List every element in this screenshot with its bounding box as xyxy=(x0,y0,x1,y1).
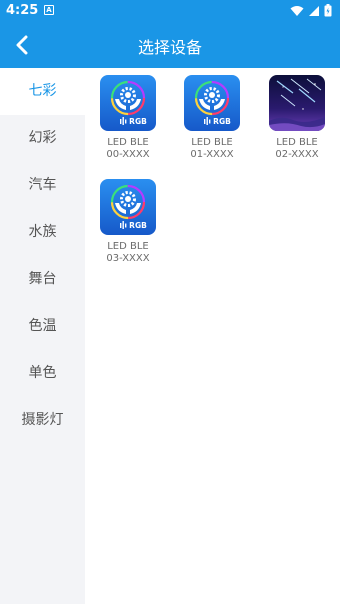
device-label: LED BLE 02-XXXX xyxy=(262,137,332,161)
device-id: 01-XXXX xyxy=(190,149,234,160)
rgb-gear-hands-icon: RGB xyxy=(100,75,156,131)
battery-icon xyxy=(324,4,332,17)
device-item[interactable]: RGB LED BLE 00-XXXX xyxy=(93,75,163,161)
device-id: 00-XXXX xyxy=(106,149,150,160)
category-sidebar: 七彩 幻彩 汽车 水族 舞台 色温 单色 摄影灯 xyxy=(0,68,85,604)
app-bar: 选择设备 xyxy=(0,22,340,68)
device-name: LED BLE xyxy=(276,137,318,148)
sidebar-item-photo-light[interactable]: 摄影灯 xyxy=(0,397,85,444)
device-label: LED BLE 00-XXXX xyxy=(93,137,163,161)
status-icons xyxy=(290,4,332,17)
page-title: 选择设备 xyxy=(137,38,202,57)
device-label: LED BLE 03-XXXX xyxy=(93,241,163,265)
svg-text:RGB: RGB xyxy=(213,117,231,126)
device-item[interactable]: LED BLE 02-XXXX xyxy=(262,75,332,161)
device-name: LED BLE xyxy=(107,137,149,148)
wifi-icon xyxy=(290,5,304,16)
svg-text:RGB: RGB xyxy=(129,221,147,230)
status-bar: 4:25 A xyxy=(0,0,340,22)
device-item[interactable]: RGB LED BLE 01-XXXX xyxy=(177,75,247,161)
sidebar-item-mono[interactable]: 单色 xyxy=(0,350,85,397)
sidebar-item-colorful[interactable]: 七彩 xyxy=(0,68,85,115)
status-time: 4:25 xyxy=(6,3,39,18)
rgb-gear-hands-icon: RGB xyxy=(100,179,156,235)
device-name: LED BLE xyxy=(191,137,233,148)
sidebar-item-aquarium[interactable]: 水族 xyxy=(0,209,85,256)
sidebar-item-magic-color[interactable]: 幻彩 xyxy=(0,115,85,162)
svg-text:RGB: RGB xyxy=(129,117,147,126)
sidebar-item-car[interactable]: 汽车 xyxy=(0,162,85,209)
signal-icon xyxy=(309,5,319,16)
device-item[interactable]: RGB LED BLE 03-XXXX xyxy=(93,179,163,265)
notification-icon: A xyxy=(44,5,54,15)
rgb-gear-hands-icon: RGB xyxy=(184,75,240,131)
device-id: 03-XXXX xyxy=(106,253,150,264)
device-label: LED BLE 01-XXXX xyxy=(177,137,247,161)
device-grid: RGB LED BLE 00-XXXX RGB LED BLE 01-XXXX … xyxy=(85,68,340,604)
meteor-night-sky-icon xyxy=(269,75,325,131)
device-name: LED BLE xyxy=(107,241,149,252)
sidebar-item-stage[interactable]: 舞台 xyxy=(0,256,85,303)
sidebar-item-color-temp[interactable]: 色温 xyxy=(0,303,85,350)
device-id: 02-XXXX xyxy=(275,149,319,160)
